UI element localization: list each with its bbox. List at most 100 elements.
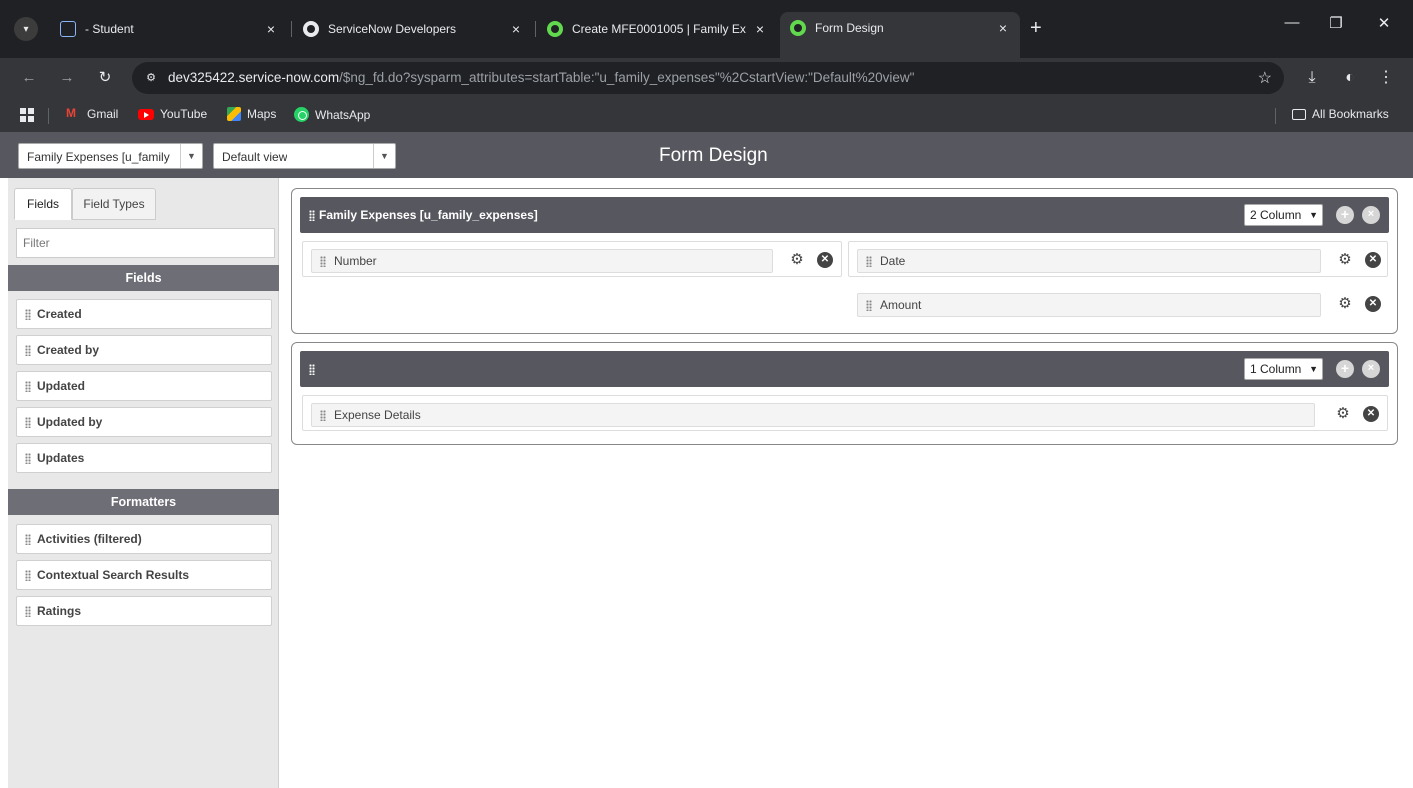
tab-search-icon[interactable]: ▾: [14, 17, 38, 41]
field-palette: Fields Field Types Fields Created Create…: [8, 178, 279, 788]
servicenow-favicon-icon: [303, 21, 319, 37]
palette-item-updated-by[interactable]: Updated by: [16, 407, 272, 437]
chevron-down-icon: ▼: [180, 144, 202, 168]
form-field-number[interactable]: Number: [311, 249, 773, 273]
download-icon[interactable]: ⤓: [1300, 66, 1324, 90]
tab-fields[interactable]: Fields: [14, 188, 72, 220]
fields-heading: Fields: [8, 265, 279, 291]
gear-icon[interactable]: ⚙: [1335, 406, 1351, 422]
youtube-icon: [138, 108, 154, 120]
table-select[interactable]: Family Expenses [u_family ▼: [18, 143, 203, 169]
column-layout-select[interactable]: 1 Column ▼: [1244, 358, 1323, 380]
bookmark-star-icon[interactable]: ☆: [1258, 68, 1272, 88]
tab-create-record[interactable]: Create MFE0001005 | Family Ex ×: [537, 13, 777, 45]
url-text[interactable]: dev325422.service-now.com/$ng_fd.do?sysp…: [168, 70, 914, 85]
palette-item-contextual-search[interactable]: Contextual Search Results: [16, 560, 272, 590]
new-tab-button[interactable]: +: [1030, 16, 1042, 40]
tab-student[interactable]: - Student ×: [50, 13, 288, 45]
column-right: Date ⚙ ✕: [848, 241, 1388, 277]
drag-handle-icon: [866, 299, 872, 311]
profile-avatar-icon[interactable]: ◐: [1338, 66, 1362, 90]
tab-form-design[interactable]: Form Design ×: [780, 12, 1020, 58]
drag-handle-icon: [25, 533, 31, 545]
section-header[interactable]: 1 Column ▼ + ×: [300, 351, 1389, 387]
form-field-date[interactable]: Date: [857, 249, 1321, 273]
formatters-heading: Formatters: [8, 489, 279, 515]
drag-handle-icon: [25, 416, 31, 428]
delete-section-icon[interactable]: ×: [1362, 206, 1380, 224]
delete-section-icon[interactable]: ×: [1362, 360, 1380, 378]
gear-icon[interactable]: ⚙: [1337, 296, 1353, 312]
bookmark-divider: [1275, 108, 1276, 124]
maps-icon: [227, 107, 241, 121]
bookmarks-bar: Gmail YouTube Maps WhatsApp All Bookmark…: [0, 98, 1413, 132]
form-field-amount[interactable]: Amount: [857, 293, 1321, 317]
drag-handle-icon[interactable]: [309, 364, 315, 375]
palette-item-activities[interactable]: Activities (filtered): [16, 524, 272, 554]
section-header[interactable]: Family Expenses [u_family_expenses] 2 Co…: [300, 197, 1389, 233]
close-icon[interactable]: ×: [751, 21, 769, 37]
close-icon[interactable]: ×: [507, 21, 525, 37]
tab-divider: [291, 21, 292, 37]
address-bar-row: ← → ↻ ⚙ dev325422.service-now.com/$ng_fd…: [0, 58, 1413, 98]
more-menu-icon[interactable]: ⋮: [1374, 66, 1398, 90]
palette-item-created-by[interactable]: Created by: [16, 335, 272, 365]
page-title: Form Design: [659, 145, 768, 166]
remove-field-icon[interactable]: ✕: [1363, 406, 1379, 422]
whatsapp-icon: [294, 107, 309, 122]
remove-field-icon[interactable]: ✕: [817, 252, 833, 268]
omnibox[interactable]: ⚙ dev325422.service-now.com/$ng_fd.do?sy…: [132, 62, 1284, 94]
remove-field-icon[interactable]: ✕: [1365, 252, 1381, 268]
tab-divider: [535, 21, 536, 37]
chevron-down-icon: ▼: [1309, 364, 1318, 374]
tab-field-types[interactable]: Field Types: [72, 188, 156, 220]
back-arrow-icon[interactable]: ←: [17, 66, 41, 90]
bookmark-whatsapp[interactable]: WhatsApp: [294, 107, 370, 122]
column-layout-select[interactable]: 2 Column ▼: [1244, 204, 1323, 226]
close-icon[interactable]: ×: [994, 20, 1012, 36]
student-favicon-icon: [60, 21, 76, 37]
gear-icon[interactable]: ⚙: [789, 252, 805, 268]
add-section-icon[interactable]: +: [1336, 206, 1354, 224]
form-section-main: Family Expenses [u_family_expenses] 2 Co…: [291, 188, 1398, 334]
drag-handle-icon: [25, 605, 31, 617]
site-info-icon[interactable]: ⚙: [142, 69, 160, 87]
column-right-row-2: Amount ⚙ ✕: [848, 285, 1388, 321]
drag-handle-icon[interactable]: [309, 210, 315, 221]
gear-icon[interactable]: ⚙: [1337, 252, 1353, 268]
chevron-down-icon: ▼: [373, 144, 395, 168]
forward-arrow-icon[interactable]: →: [55, 66, 79, 90]
drag-handle-icon: [320, 255, 326, 267]
reload-icon[interactable]: ↻: [93, 66, 117, 90]
palette-item-ratings[interactable]: Ratings: [16, 596, 272, 626]
form-field-expense-details[interactable]: Expense Details: [311, 403, 1315, 427]
tab-servicenow-developers[interactable]: ServiceNow Developers ×: [293, 13, 533, 45]
column-left: Number ⚙ ✕: [302, 241, 842, 277]
bookmark-youtube[interactable]: YouTube: [138, 107, 207, 121]
palette-item-updates[interactable]: Updates: [16, 443, 272, 473]
apps-icon[interactable]: [20, 108, 34, 122]
add-section-icon[interactable]: +: [1336, 360, 1354, 378]
window-close-icon[interactable]: ✕: [1362, 14, 1406, 32]
drag-handle-icon: [25, 452, 31, 464]
servicenow-favicon-icon: [790, 20, 806, 36]
bookmark-gmail[interactable]: Gmail: [66, 106, 118, 122]
all-bookmarks[interactable]: All Bookmarks: [1292, 107, 1389, 121]
minimize-icon[interactable]: —: [1270, 14, 1314, 31]
drag-handle-icon: [320, 409, 326, 421]
browser-tab-strip: ▾ - Student × ServiceNow Developers × Cr…: [0, 0, 1413, 58]
palette-item-updated[interactable]: Updated: [16, 371, 272, 401]
drag-handle-icon: [25, 569, 31, 581]
palette-item-created[interactable]: Created: [16, 299, 272, 329]
drag-handle-icon: [25, 308, 31, 320]
close-icon[interactable]: ×: [262, 21, 280, 37]
filter-input[interactable]: [16, 228, 275, 258]
drag-handle-icon: [866, 255, 872, 267]
remove-field-icon[interactable]: ✕: [1365, 296, 1381, 312]
bookmark-maps[interactable]: Maps: [227, 107, 276, 121]
bookmark-divider: [48, 108, 49, 124]
view-select[interactable]: Default view ▼: [213, 143, 396, 169]
folder-icon: [1292, 108, 1306, 120]
servicenow-favicon-icon: [547, 21, 563, 37]
restore-icon[interactable]: ❐: [1314, 14, 1358, 32]
